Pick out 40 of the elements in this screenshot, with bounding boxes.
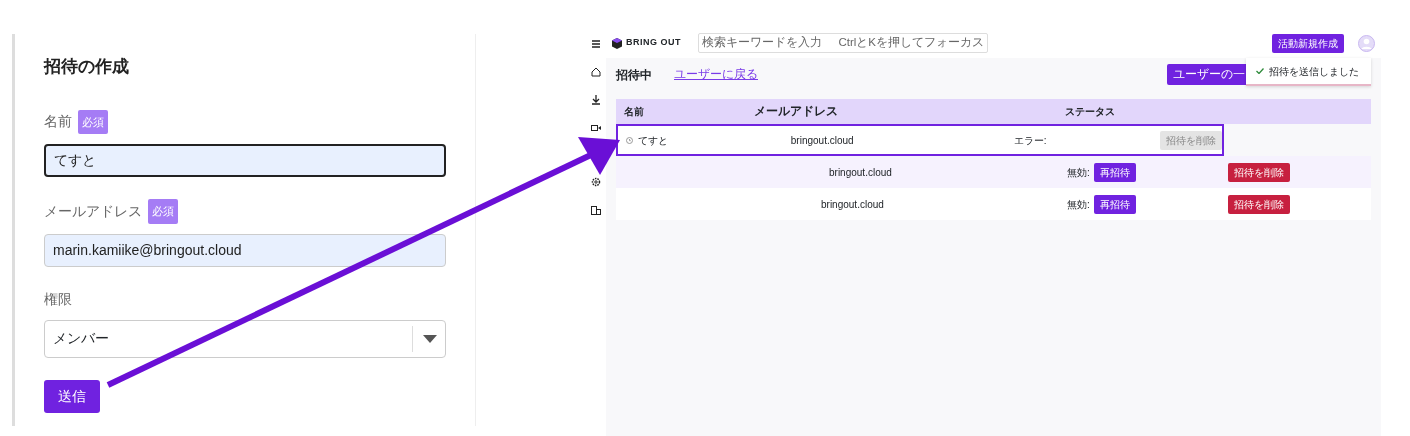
page-title: 招待中: [616, 66, 652, 84]
column-header: メールアドレス: [753, 104, 839, 120]
field-label: 名前: [44, 112, 72, 132]
column-header: ステータス: [1064, 105, 1116, 120]
submit-button[interactable]: 送信: [44, 379, 100, 413]
delete-button[interactable]: 招待を削除: [1228, 162, 1290, 182]
reinvite-button[interactable]: 再招待: [1093, 162, 1136, 182]
field-label: 権限: [44, 289, 73, 309]
caret-icon: [423, 334, 437, 343]
clock-icon: [626, 136, 633, 144]
video-icon[interactable]: [591, 123, 601, 133]
home-icon[interactable]: [591, 67, 601, 77]
form-title: 招待の作成: [44, 56, 130, 78]
role-select[interactable]: メンバー: [44, 319, 446, 358]
table-cell: bringout.cloud: [821, 198, 884, 210]
required-badge: 必須: [78, 109, 108, 134]
status-text: 無効:: [1067, 165, 1090, 180]
status-text: エラー:: [1013, 133, 1047, 148]
input-field[interactable]: てすと: [44, 144, 446, 177]
download-icon[interactable]: [591, 95, 601, 105]
delete-button[interactable]: 招待を削除: [1228, 194, 1290, 214]
toast-message: 招待を送信しました: [1269, 64, 1359, 79]
input-field[interactable]: marin.kamiike@bringout.cloud: [44, 233, 446, 267]
menu-icon[interactable]: [591, 39, 601, 49]
table-cell: bringout.cloud: [790, 134, 854, 146]
column-header: 名前: [623, 105, 645, 120]
settings-icon[interactable]: [591, 177, 601, 187]
building-icon[interactable]: [591, 205, 601, 215]
required-badge: 必須: [148, 199, 178, 224]
field-label: メールアドレス: [44, 201, 142, 221]
logo-text: BRING OUT: [626, 36, 681, 50]
logo-icon: [612, 37, 622, 49]
check-icon: [1256, 68, 1264, 74]
status-text: 無効:: [1067, 197, 1090, 212]
back-link[interactable]: ユーザーに戻る: [674, 66, 758, 84]
search-field[interactable]: 検索キーワードを入力 CtrlとKを押してフォーカス: [698, 33, 988, 53]
new-activity-button[interactable]: 活動新規作成: [1272, 33, 1344, 53]
table-cell: bringout.cloud: [829, 166, 892, 178]
table-cell-text: てすと: [638, 133, 668, 148]
reinvite-button[interactable]: 再招待: [1093, 194, 1136, 214]
